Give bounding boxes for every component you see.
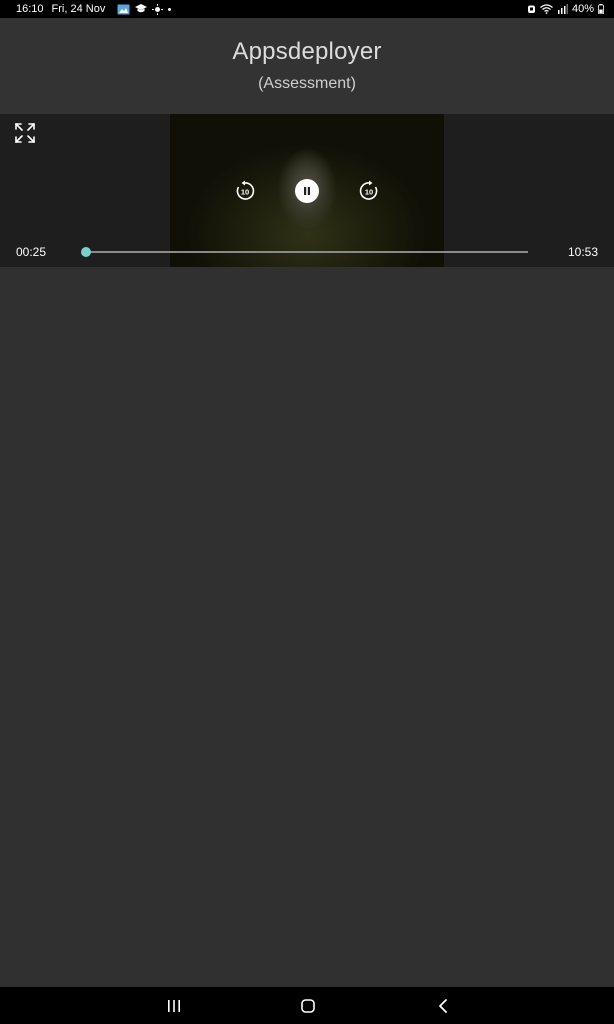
- page-title: Appsdeployer: [232, 38, 382, 65]
- alarm-icon: [527, 5, 535, 13]
- total-time: 10:53: [567, 245, 598, 259]
- rewind-10-button[interactable]: 10: [233, 179, 257, 203]
- current-time: 00:25: [16, 245, 47, 259]
- gallery-icon: [117, 4, 130, 14]
- app-header: Appsdeployer (Assessment): [0, 18, 614, 114]
- status-date: Fri, 24 Nov: [51, 3, 106, 15]
- education-icon: [135, 4, 148, 13]
- content-area: [0, 267, 614, 987]
- rewind-seconds: 10: [241, 188, 249, 197]
- pause-button[interactable]: [295, 179, 319, 203]
- recents-icon[interactable]: [163, 995, 185, 1017]
- notification-icons: [117, 3, 172, 15]
- signal-icon: [557, 4, 568, 14]
- seek-bar[interactable]: [81, 247, 528, 257]
- forward-seconds: 10: [365, 188, 373, 197]
- dot-icon: [168, 7, 172, 11]
- home-icon[interactable]: [297, 995, 319, 1017]
- page-subtitle: (Assessment): [258, 75, 356, 92]
- battery-percent: 40%: [571, 3, 594, 15]
- seek-thumb[interactable]: [81, 247, 91, 257]
- back-icon[interactable]: [432, 995, 454, 1017]
- navigation-bar: [0, 987, 614, 1024]
- pause-icon: [304, 187, 310, 195]
- video-player[interactable]: 10 10 00:25 10:53: [0, 114, 614, 267]
- status-bar-right: 40%: [527, 0, 604, 18]
- status-time: 16:10: [16, 3, 44, 15]
- wifi-icon: [540, 4, 553, 14]
- forward-10-button[interactable]: 10: [357, 179, 381, 203]
- fullscreen-icon[interactable]: [13, 121, 37, 145]
- battery-icon: [598, 4, 604, 14]
- status-bar: 16:10 Fri, 24 Nov 40%: [0, 0, 614, 18]
- sun-icon: [152, 3, 164, 15]
- status-bar-left: 16:10 Fri, 24 Nov: [16, 0, 172, 18]
